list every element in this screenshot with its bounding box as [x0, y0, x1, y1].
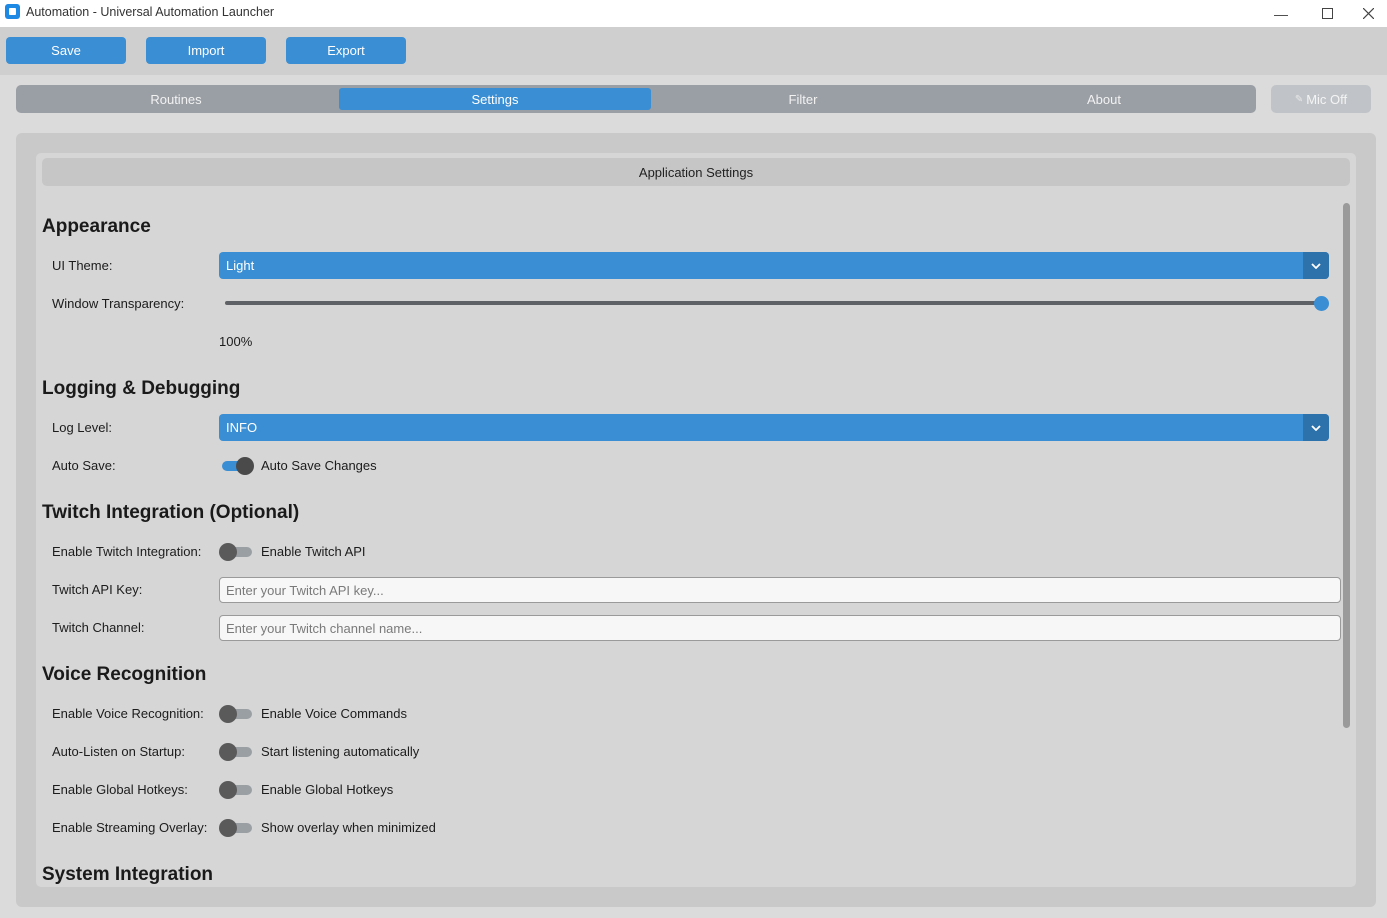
- twitch-api-key-input[interactable]: [219, 577, 1341, 603]
- auto-save-label: Auto Save:: [52, 458, 116, 473]
- minimize-icon[interactable]: —: [1258, 0, 1304, 27]
- mic-toggle-button[interactable]: ✎ Mic Off: [1271, 85, 1371, 113]
- pencil-icon: ✎: [1294, 93, 1304, 105]
- tab-about[interactable]: About: [954, 88, 1254, 110]
- auto-save-switch[interactable]: [219, 457, 254, 475]
- streaming-overlay-switch-label: Show overlay when minimized: [261, 820, 436, 835]
- chevron-down-icon[interactable]: [1303, 252, 1329, 279]
- tab-bar: Routines Settings Filter About: [16, 85, 1256, 113]
- ui-theme-label: UI Theme:: [52, 258, 113, 273]
- twitch-channel-label: Twitch Channel:: [52, 620, 145, 635]
- global-hotkeys-switch[interactable]: [219, 781, 253, 799]
- twitch-enable-label: Enable Twitch Integration:: [52, 544, 202, 559]
- streaming-overlay-switch[interactable]: [219, 819, 253, 837]
- ui-theme-value: Light: [226, 258, 255, 273]
- global-hotkeys-switch-label: Enable Global Hotkeys: [261, 782, 394, 797]
- log-level-dropdown[interactable]: INFO: [219, 414, 1329, 441]
- switch-knob: [219, 743, 237, 761]
- switch-knob: [219, 543, 237, 561]
- settings-scroll-area[interactable]: Application Settings Appearance UI Theme…: [36, 153, 1356, 887]
- auto-listen-label: Auto-Listen on Startup:: [52, 744, 185, 759]
- import-button[interactable]: Import: [146, 37, 266, 64]
- section-title-voice: Voice Recognition: [42, 664, 207, 685]
- tab-settings[interactable]: Settings: [339, 88, 651, 110]
- export-button[interactable]: Export: [286, 37, 406, 64]
- auto-save-switch-label: Auto Save Changes: [261, 458, 377, 473]
- section-title-logging: Logging & Debugging: [42, 378, 241, 399]
- transparency-slider[interactable]: [225, 301, 1321, 305]
- streaming-overlay-label: Enable Streaming Overlay:: [52, 820, 208, 835]
- maximize-icon[interactable]: [1304, 0, 1350, 27]
- auto-listen-switch-label: Start listening automatically: [261, 744, 420, 759]
- settings-header: Application Settings: [42, 158, 1350, 186]
- app-icon: [5, 4, 20, 19]
- switch-knob: [236, 457, 254, 475]
- switch-knob: [219, 781, 237, 799]
- transparency-label: Window Transparency:: [52, 296, 185, 311]
- close-icon[interactable]: [1350, 0, 1387, 27]
- voice-enable-label: Enable Voice Recognition:: [52, 706, 204, 721]
- twitch-enable-switch[interactable]: [219, 543, 253, 561]
- log-level-value: INFO: [226, 420, 258, 435]
- auto-listen-switch[interactable]: [219, 743, 253, 761]
- switch-knob: [219, 705, 237, 723]
- log-level-label: Log Level:: [52, 420, 112, 435]
- chevron-down-icon[interactable]: [1303, 414, 1329, 441]
- window-title: Automation - Universal Automation Launch…: [26, 5, 275, 19]
- section-title-appearance: Appearance: [42, 216, 151, 237]
- twitch-enable-switch-label: Enable Twitch API: [261, 544, 366, 559]
- twitch-channel-input[interactable]: [219, 615, 1341, 641]
- mic-button-label: Mic Off: [1306, 91, 1348, 107]
- tab-routines[interactable]: Routines: [20, 88, 332, 110]
- twitch-api-key-label: Twitch API Key:: [52, 582, 143, 597]
- switch-knob: [219, 819, 237, 837]
- voice-enable-switch[interactable]: [219, 705, 253, 723]
- transparency-slider-handle[interactable]: [1313, 296, 1329, 311]
- tab-filter[interactable]: Filter: [653, 88, 953, 110]
- title-bar: Automation - Universal Automation Launch…: [0, 0, 1387, 27]
- scrollbar-thumb[interactable]: [1343, 203, 1350, 728]
- global-hotkeys-label: Enable Global Hotkeys:: [52, 782, 188, 797]
- voice-enable-switch-label: Enable Voice Commands: [261, 706, 407, 721]
- toolbar: Save Import Export: [0, 27, 1387, 75]
- transparency-value: 100%: [219, 334, 253, 349]
- section-title-twitch: Twitch Integration (Optional): [42, 502, 300, 523]
- section-title-system: System Integration: [42, 864, 214, 885]
- save-button[interactable]: Save: [6, 37, 126, 64]
- ui-theme-dropdown[interactable]: Light: [219, 252, 1329, 279]
